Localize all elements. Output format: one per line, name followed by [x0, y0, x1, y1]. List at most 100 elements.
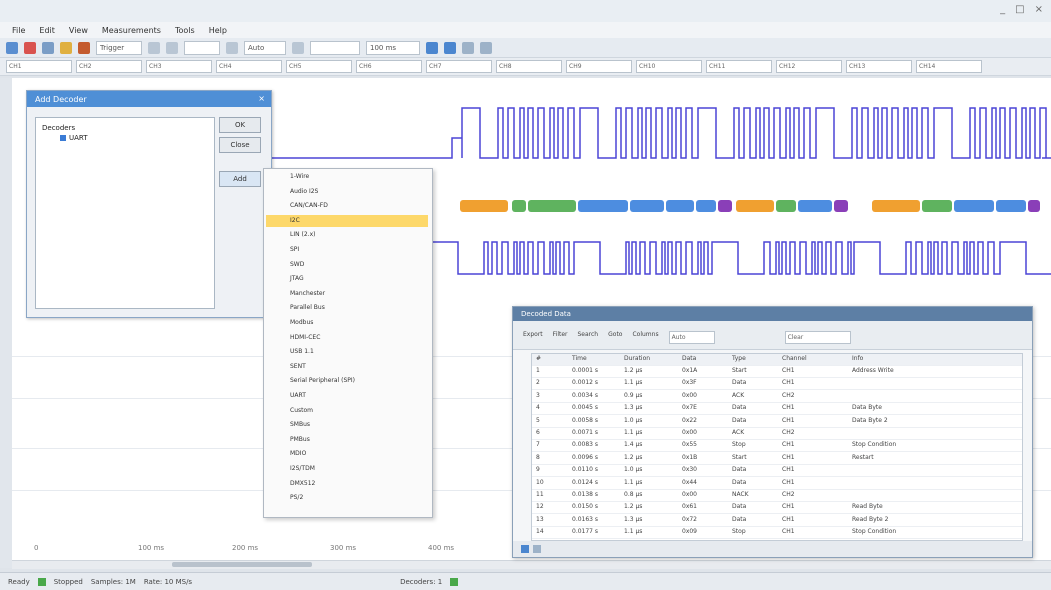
channel-select[interactable]: CH12: [776, 60, 842, 73]
measure-icon[interactable]: [292, 41, 304, 54]
dropdown-item[interactable]: Custom: [290, 407, 313, 417]
channel-select[interactable]: CH1: [6, 60, 72, 73]
table-row[interactable]: 1 0.0001 s 1.2 µs 0x1A Start CH1 Address Write: [532, 366, 1022, 378]
column-header[interactable]: Info: [852, 355, 863, 362]
channel-select[interactable]: CH3: [146, 60, 212, 73]
table-row[interactable]: 7 0.0083 s 1.4 µs 0x55 Stop CH1 Stop Condition: [532, 440, 1022, 453]
channel-select[interactable]: CH10: [636, 60, 702, 73]
menu-tools[interactable]: Tools: [175, 26, 195, 35]
dropdown-item[interactable]: MDIO: [290, 450, 306, 460]
column-header[interactable]: Time: [572, 355, 587, 362]
auto-select[interactable]: Auto: [668, 331, 715, 344]
dropdown-item[interactable]: HDMI-CEC: [290, 334, 320, 344]
clear-select[interactable]: Clear: [784, 331, 851, 344]
dropdown-item[interactable]: I2S/TDM: [290, 465, 315, 475]
horizontal-scrollbar[interactable]: [12, 560, 1051, 569]
decoder-tree[interactable]: Decoders UART: [35, 117, 215, 309]
dropdown-item[interactable]: LIN (2.x): [290, 231, 315, 241]
channel-select[interactable]: CH7: [426, 60, 492, 73]
table-row[interactable]: 6 0.0071 s 1.1 µs 0x00 ACK CH2: [532, 428, 1022, 440]
channel-select[interactable]: CH11: [706, 60, 772, 73]
refresh-icon[interactable]: [521, 545, 529, 553]
dropdown-item[interactable]: Manchester: [290, 290, 325, 300]
dialog-close-icon[interactable]: ×: [258, 94, 265, 103]
table-row[interactable]: 3 0.0034 s 0.9 µs 0x00 ACK CH2: [532, 391, 1022, 403]
dropdown-item[interactable]: 1-Wire: [290, 173, 309, 183]
goto-button[interactable]: Goto: [608, 331, 622, 344]
new-icon[interactable]: [6, 41, 18, 54]
ok-button[interactable]: OK: [219, 117, 261, 133]
stop-icon[interactable]: [24, 41, 36, 54]
dropdown-item[interactable]: I2C: [290, 217, 300, 227]
table-row[interactable]: 12 0.0150 s 1.2 µs 0x61 Data CH1 Read Byte: [532, 502, 1022, 515]
minimize-button[interactable]: _: [1000, 4, 1005, 15]
menu-edit[interactable]: Edit: [39, 26, 55, 35]
dropdown-item[interactable]: CAN/CAN-FD: [290, 202, 328, 212]
menu-file[interactable]: File: [12, 26, 25, 35]
settings-icon[interactable]: [462, 41, 474, 54]
dropdown-item[interactable]: Serial Peripheral (SPI): [290, 377, 355, 387]
close-button[interactable]: Close: [219, 137, 261, 153]
dropdown-item[interactable]: PS/2: [290, 494, 303, 504]
zoom-out-icon[interactable]: [166, 41, 178, 54]
timebase-field[interactable]: 100 ms: [366, 40, 420, 55]
dropdown-item[interactable]: SPI: [290, 246, 299, 256]
column-header[interactable]: Duration: [624, 355, 650, 362]
column-header[interactable]: Type: [732, 355, 746, 362]
table-row[interactable]: 14 0.0177 s 1.1 µs 0x09 Stop CH1 Stop Conditio…: [532, 527, 1022, 540]
run-icon[interactable]: [78, 41, 90, 54]
cursor-icon[interactable]: [226, 41, 238, 54]
table-row[interactable]: 13 0.0163 s 1.3 µs 0x72 Data CH1 Read Byte 2: [532, 515, 1022, 527]
tree-child[interactable]: UART: [60, 134, 88, 142]
dropdown-item[interactable]: UART: [290, 392, 306, 402]
channel-select[interactable]: CH13: [846, 60, 912, 73]
export-button[interactable]: Export: [523, 331, 543, 344]
dropdown-item[interactable]: Parallel Bus: [290, 304, 325, 314]
column-header[interactable]: Channel: [782, 355, 807, 362]
tree-root[interactable]: Decoders: [42, 124, 75, 132]
scrollbar-thumb[interactable]: [172, 562, 312, 567]
dropdown-item[interactable]: SWD: [290, 261, 304, 271]
table-row[interactable]: 8 0.0096 s 1.2 µs 0x1B Start CH1 Restart: [532, 453, 1022, 465]
dropdown-item[interactable]: PMBus: [290, 436, 310, 446]
filter-button[interactable]: Filter: [553, 331, 568, 344]
column-header[interactable]: Data: [682, 355, 696, 362]
channel-select[interactable]: CH14: [916, 60, 982, 73]
dropdown-item[interactable]: Audio I2S: [290, 188, 318, 198]
dropdown-item[interactable]: DMX512: [290, 480, 315, 490]
dialog-title-bar[interactable]: Add Decoder ×: [27, 91, 271, 107]
table-row[interactable]: 2 0.0012 s 1.1 µs 0x3F Data CH1: [532, 378, 1022, 391]
single-icon[interactable]: [444, 41, 456, 54]
auto-field[interactable]: Auto: [244, 40, 286, 55]
table-row[interactable]: 11 0.0138 s 0.8 µs 0x00 NACK CH2: [532, 490, 1022, 502]
capture-icon[interactable]: [426, 41, 438, 54]
zoom-in-icon[interactable]: [148, 41, 160, 54]
dropdown-item[interactable]: USB 1.1: [290, 348, 314, 358]
menu-help[interactable]: Help: [209, 26, 227, 35]
dropdown-item[interactable]: SMBus: [290, 421, 310, 431]
dropdown-item[interactable]: JTAG: [290, 275, 304, 285]
close-window-button[interactable]: ×: [1035, 4, 1043, 15]
mode-field[interactable]: [184, 40, 220, 55]
add-button[interactable]: Add: [219, 171, 261, 187]
depth-field[interactable]: [310, 40, 360, 55]
menu-view[interactable]: View: [69, 26, 88, 35]
export-icon[interactable]: [480, 41, 492, 54]
table-row[interactable]: 5 0.0058 s 1.0 µs 0x22 Data CH1 Data Byte 2: [532, 416, 1022, 428]
channel-select[interactable]: CH9: [566, 60, 632, 73]
channel-select[interactable]: CH8: [496, 60, 562, 73]
dropdown-item[interactable]: SENT: [290, 363, 306, 373]
columns-button[interactable]: Columns: [632, 331, 658, 344]
open-icon[interactable]: [42, 41, 54, 54]
menu-measurements[interactable]: Measurements: [102, 26, 161, 35]
pin-icon[interactable]: [533, 545, 541, 553]
channel-select[interactable]: CH5: [286, 60, 352, 73]
channel-select[interactable]: CH2: [76, 60, 142, 73]
table-row[interactable]: 9 0.0110 s 1.0 µs 0x30 Data CH1: [532, 465, 1022, 478]
dropdown-item[interactable]: Modbus: [290, 319, 313, 329]
panel-title-bar[interactable]: Decoded Data: [513, 307, 1032, 321]
channel-select[interactable]: CH6: [356, 60, 422, 73]
search-button[interactable]: Search: [578, 331, 599, 344]
trigger-field[interactable]: Trigger: [96, 40, 142, 55]
channel-select[interactable]: CH4: [216, 60, 282, 73]
